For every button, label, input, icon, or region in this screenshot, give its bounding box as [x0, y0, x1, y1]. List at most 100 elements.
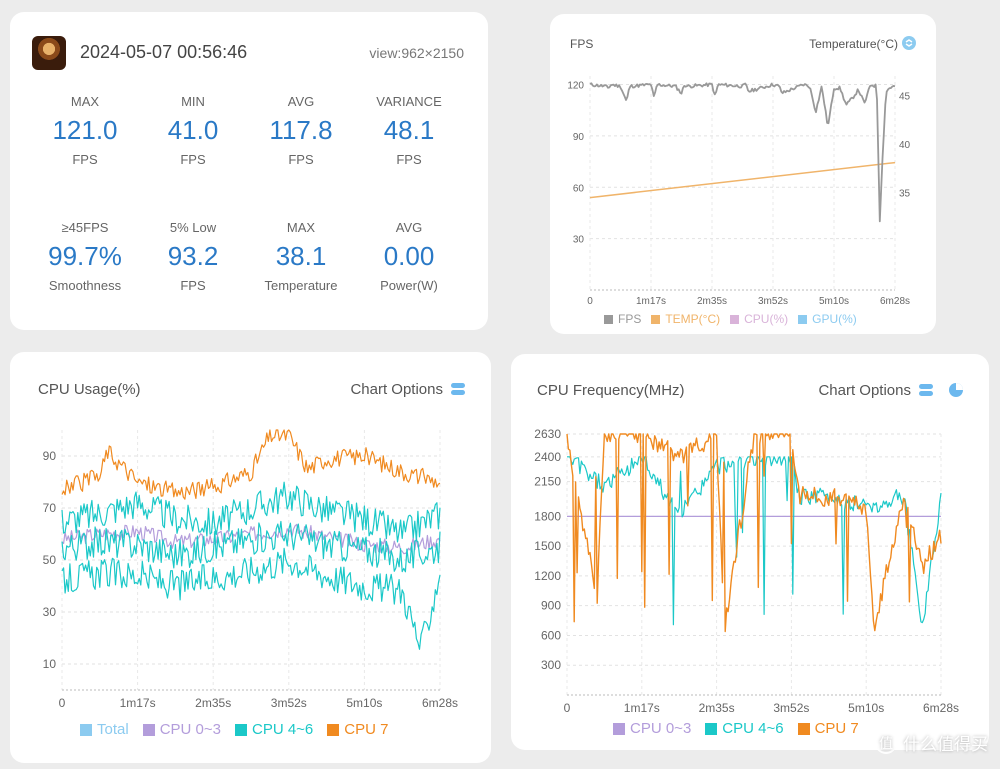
y-tick-label: 70: [43, 501, 57, 515]
x-tick-label: 0: [564, 701, 571, 714]
y-tick-label: 1800: [534, 509, 561, 523]
x-tick-label: 6m28s: [880, 296, 910, 307]
stat-value: 0.00: [383, 241, 435, 271]
stat-0: MAX 121.0 FPS: [30, 94, 140, 167]
view-resolution: view:962×2150: [369, 45, 464, 61]
legend-cpu[interactable]: CPU(%): [730, 312, 788, 326]
cpu-7-series-line: [61, 429, 441, 500]
stat-value: 99.7%: [48, 241, 122, 271]
stat-2: AVG 117.8 FPS: [246, 94, 356, 167]
fps-series-line: [589, 82, 896, 223]
stat-label: AVG: [395, 220, 423, 235]
legend-cpu-0-3[interactable]: CPU 0~3: [613, 720, 691, 737]
watermark-icon: 值: [875, 731, 897, 754]
y-tick-label: 1200: [534, 569, 561, 583]
legend-temp[interactable]: TEMP(°C): [651, 312, 720, 326]
cpu-usage-legend: Total CPU 0~3 CPU 4~6 CPU 7: [80, 721, 388, 738]
y-tick-label: 900: [541, 599, 561, 613]
stat-value: 93.2: [167, 241, 219, 271]
legend-cpu-7[interactable]: CPU 7: [327, 721, 388, 738]
cpu-frequency-legend: CPU 0~3 CPU 4~6 CPU 7: [613, 720, 859, 737]
x-tick-label: 3m52s: [773, 701, 809, 714]
y-tick-label: 2630: [534, 427, 561, 441]
stat-unit: FPS: [288, 152, 314, 167]
legend-cpu-4-6[interactable]: CPU 4~6: [234, 721, 313, 738]
stat-4: ≥45FPS 99.7% Smoothness: [30, 220, 140, 293]
x-tick-label: 5m10s: [848, 701, 884, 714]
stat-value: 117.8: [269, 115, 333, 145]
cpu-4-6-series-line: [61, 481, 441, 543]
stat-value: 38.1: [275, 241, 327, 271]
y-tick-label: 30: [43, 605, 57, 619]
fps-chart-legend: FPS TEMP(°C) CPU(%) GPU(%): [604, 312, 857, 326]
legend-total[interactable]: Total: [80, 721, 129, 738]
watermark-text: 什么值得买: [903, 735, 988, 754]
temp-series-line: [589, 161, 896, 199]
stat-unit: Temperature: [264, 278, 338, 293]
y-tick-label: 2150: [534, 475, 561, 489]
stat-value: 48.1: [383, 115, 435, 145]
y-tick-label: 10: [43, 657, 57, 671]
y-tick-label: 90: [573, 132, 585, 143]
summary-card: 2024-05-07 00:56:46 view:962×2150 MAX 121…: [10, 12, 488, 330]
y-tick-label: 90: [43, 449, 57, 463]
stat-6: MAX 38.1 Temperature: [246, 220, 356, 293]
x-tick-label: 2m35s: [195, 696, 231, 710]
stat-label: MAX: [286, 220, 316, 235]
legend-cpu-4-6[interactable]: CPU 4~6: [705, 720, 784, 737]
cpu-frequency-chart: 2630 2400 2150 1800 1500 1200 900 600 300 0 1m17s 2…: [534, 427, 959, 714]
stat-7: AVG 0.00 Power(W): [354, 220, 464, 293]
x-tick-label: 5m10s: [346, 696, 382, 710]
x-tick-label: 2m35s: [697, 296, 727, 307]
stat-label: 5% Low: [169, 220, 217, 235]
session-datetime: 2024-05-07 00:56:46: [80, 42, 248, 62]
x-tick-label: 1m17s: [120, 696, 156, 710]
y2-tick-label: 45: [899, 91, 911, 102]
y-tick-label: 60: [573, 183, 585, 194]
stat-label: AVG: [287, 94, 315, 109]
cpu-4-6-series-line: [61, 547, 441, 650]
y-tick-label: 50: [43, 553, 57, 567]
stat-label: ≥45FPS: [61, 220, 109, 235]
stat-unit: FPS: [396, 152, 422, 167]
stat-label: MIN: [181, 94, 205, 109]
y-tick-label: 30: [573, 235, 585, 246]
legend-fps[interactable]: FPS: [604, 312, 641, 326]
cpu-usage-card: CPU Usage(%) Chart Options 90 70 50 30 10 0 1m…: [10, 352, 491, 763]
cpu-frequency-card: CPU Frequency(MHz) Chart Options 2630 240…: [511, 354, 989, 750]
stat-unit: FPS: [72, 152, 98, 167]
x-tick-label: 5m10s: [819, 296, 849, 307]
stat-label: MAX: [70, 94, 100, 109]
stat-unit: Smoothness: [48, 278, 122, 293]
x-tick-label: 3m52s: [271, 696, 307, 710]
x-tick-label: 1m17s: [636, 296, 666, 307]
stat-5: 5% Low 93.2 FPS: [138, 220, 248, 293]
legend-cpu-7[interactable]: CPU 7: [797, 720, 859, 737]
x-tick-label: 0: [59, 696, 66, 710]
stat-label: VARIANCE: [376, 94, 442, 109]
watermark: 值 什么值得买: [875, 730, 988, 755]
stat-unit: FPS: [180, 152, 206, 167]
x-tick-label: 0: [587, 296, 593, 307]
fps-chart-card: FPS Temperature(°C) 120 90 60 30 0 1m17s 2m35s…: [550, 14, 936, 334]
y-tick-label: 600: [541, 628, 561, 642]
y2-tick-label: 40: [899, 140, 911, 151]
game-app-icon: [32, 36, 66, 70]
stat-unit: FPS: [180, 278, 206, 293]
x-tick-label: 6m28s: [923, 701, 959, 714]
x-tick-label: 1m17s: [624, 701, 660, 714]
x-tick-label: 3m52s: [758, 296, 788, 307]
y2-tick-label: 35: [899, 189, 911, 200]
y-tick-label: 300: [541, 658, 561, 672]
stat-value: 121.0: [52, 115, 118, 145]
stat-unit: Power(W): [380, 278, 438, 293]
stat-1: MIN 41.0 FPS: [138, 94, 248, 167]
legend-gpu[interactable]: GPU(%): [798, 312, 857, 326]
stat-3: VARIANCE 48.1 FPS: [354, 94, 464, 167]
y-tick-label: 120: [567, 81, 584, 92]
x-tick-label: 2m35s: [699, 701, 735, 714]
x-tick-label: 6m28s: [422, 696, 458, 710]
legend-cpu-0-3[interactable]: CPU 0~3: [142, 721, 221, 738]
y-tick-label: 1500: [534, 539, 561, 553]
stat-value: 41.0: [167, 115, 219, 145]
